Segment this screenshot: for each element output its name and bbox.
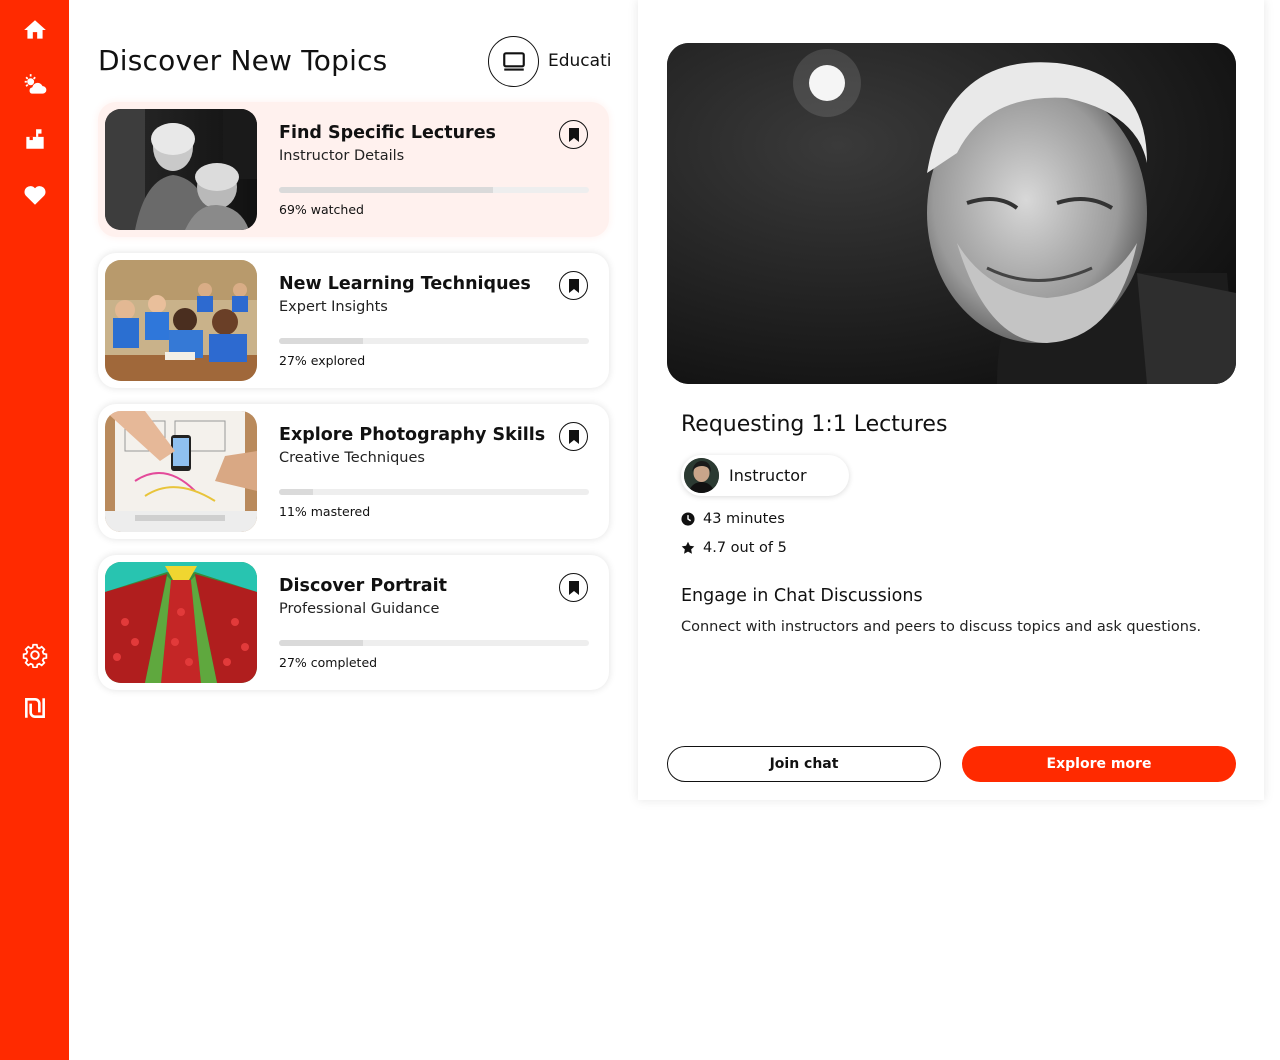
explore-more-button[interactable]: Explore more [962,746,1236,782]
clock-icon [681,512,695,526]
topic-thumbnail [105,109,257,230]
topic-title: Explore Photography Skills [279,425,546,445]
topic-card[interactable]: New Learning Techniques Expert Insights … [98,253,609,388]
progress-bar [279,338,589,344]
topic-title: New Learning Techniques [279,274,531,294]
avatar [684,458,719,493]
home-icon[interactable] [19,14,51,46]
topic-thumbnail [105,411,257,532]
bookmark-button[interactable] [559,422,588,451]
progress-text: 69% watched [279,202,364,217]
topic-card[interactable]: Discover Portrait Professional Guidance … [98,555,609,690]
hero-image [667,43,1236,384]
sidebar [0,0,69,1060]
progress-bar [279,187,589,193]
main-panel: Discover New Topics Educati Find Specifi… [69,0,635,1060]
bookmark-icon [568,127,579,142]
bookmark-button[interactable] [559,120,588,149]
instructor-chip[interactable]: Instructor [681,455,849,496]
topic-subtitle: Creative Techniques [279,450,425,466]
weather-icon[interactable] [19,69,51,101]
gear-icon[interactable] [19,639,51,671]
topic-subtitle: Expert Insights [279,299,388,315]
mailbox-icon[interactable] [19,123,51,155]
join-chat-button[interactable]: Join chat [667,746,941,782]
instructor-label: Instructor [729,466,807,485]
detail-title: Requesting 1:1 Lectures [681,412,948,437]
rating-row: 4.7 out of 5 [681,540,787,556]
category-label[interactable]: Educati [548,51,610,71]
progress-bar [279,640,589,646]
topic-subtitle: Instructor Details [279,148,405,164]
bookmark-button[interactable] [559,271,588,300]
rating-text: 4.7 out of 5 [703,540,787,556]
duration-row: 43 minutes [681,511,785,527]
progress-text: 27% explored [279,353,366,368]
section-description: Connect with instructors and peers to di… [681,619,1202,635]
shekel-icon[interactable] [19,692,51,724]
progress-text: 27% completed [279,655,378,670]
detail-panel: Requesting 1:1 Lectures Instructor 43 mi… [638,0,1264,800]
bookmark-icon [568,580,579,595]
progress-bar [279,489,589,495]
topic-card[interactable]: Explore Photography Skills Creative Tech… [98,404,609,539]
topic-title: Discover Portrait [279,576,447,596]
progress-text: 11% mastered [279,504,371,519]
page-title: Discover New Topics [98,44,388,77]
bookmark-icon [568,278,579,293]
topic-title: Find Specific Lectures [279,123,496,143]
duration-text: 43 minutes [703,511,785,527]
progress-fill [279,489,314,495]
topic-thumbnail [105,562,257,683]
topic-subtitle: Professional Guidance [279,601,440,617]
topic-card[interactable]: Find Specific Lectures Instructor Detail… [98,102,609,237]
topic-thumbnail [105,260,257,381]
bookmark-icon [568,429,579,444]
star-icon [681,541,695,554]
progress-fill [279,338,363,344]
bookmark-button[interactable] [559,573,588,602]
category-button[interactable] [488,36,539,87]
heart-icon[interactable] [19,179,51,211]
monitor-icon [502,51,525,71]
section-title: Engage in Chat Discussions [681,586,923,606]
progress-fill [279,640,363,646]
progress-fill [279,187,493,193]
